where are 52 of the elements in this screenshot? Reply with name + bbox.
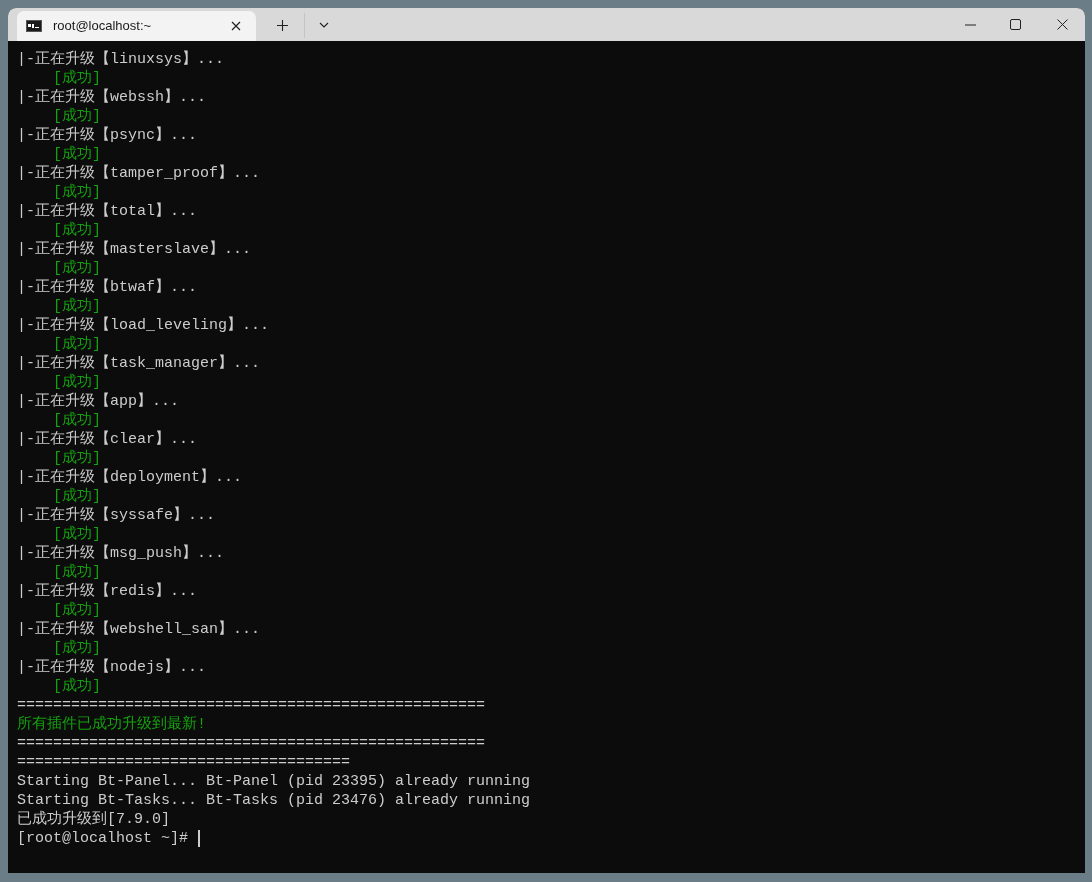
success-status: [成功]: [53, 639, 101, 658]
success-status: [成功]: [53, 563, 101, 582]
maximize-icon[interactable]: [1010, 19, 1021, 30]
progress-line: |-正在升级【masterslave】...: [17, 240, 252, 259]
minimize-icon[interactable]: [965, 23, 976, 26]
success-status: [成功]: [53, 335, 101, 354]
progress-line: |-正在升级【task_manager】...: [17, 354, 261, 373]
console-icon: [26, 20, 42, 32]
progress-line: |-正在升级【clear】...: [17, 430, 197, 449]
success-status: [成功]: [53, 601, 101, 620]
success-status: [成功]: [53, 259, 101, 278]
progress-line: |-正在升级【load_leveling】...: [17, 316, 270, 335]
close-icon[interactable]: [231, 21, 241, 31]
progress-line: |-正在升级【redis】...: [17, 582, 197, 601]
success-status: [成功]: [53, 449, 101, 468]
success-status: [成功]: [53, 69, 101, 88]
tab-title: root@localhost:~: [53, 17, 152, 36]
progress-line: |-正在升级【tamper_proof】...: [17, 164, 261, 183]
progress-line: |-正在升级【deployment】...: [17, 468, 243, 487]
progress-line: |-正在升级【app】...: [17, 392, 179, 411]
progress-line: |-正在升级【nodejs】...: [17, 658, 207, 677]
separator-line: ====================================================: [17, 696, 486, 715]
success-status: [成功]: [53, 183, 101, 202]
progress-line: |-正在升级【webssh】...: [17, 88, 207, 107]
progress-line: |-正在升级【btwaf】...: [17, 278, 197, 297]
success-status: [成功]: [53, 373, 101, 392]
success-status: [成功]: [53, 107, 101, 126]
output-line: Starting Bt-Panel... Bt-Panel (pid 23395) already running: [17, 772, 531, 791]
progress-line: |-正在升级【msg_push】...: [17, 544, 225, 563]
success-status: [成功]: [53, 297, 101, 316]
terminal-tab[interactable]: root@localhost:~: [17, 11, 256, 41]
success-message: 所有插件已成功升级到最新!: [17, 715, 206, 734]
text-cursor-icon: [198, 830, 201, 847]
separator-line: =====================================: [17, 753, 351, 772]
success-status: [成功]: [53, 487, 101, 506]
progress-line: |-正在升级【linuxsys】...: [17, 50, 225, 69]
shell-prompt: [root@localhost ~]#: [17, 829, 189, 848]
separator-line: ====================================================: [17, 734, 486, 753]
progress-line: |-正在升级【webshell_san】...: [17, 620, 261, 639]
chevron-down-icon[interactable]: [319, 22, 329, 28]
progress-line: |-正在升级【total】...: [17, 202, 197, 221]
output-line: Starting Bt-Tasks... Bt-Tasks (pid 23476) already running: [17, 791, 531, 810]
success-status: [成功]: [53, 525, 101, 544]
output-line: 已成功升级到[7.9.0]: [17, 810, 170, 829]
progress-line: |-正在升级【psync】...: [17, 126, 197, 145]
new-tab-icon[interactable]: [277, 20, 288, 31]
success-status: [成功]: [53, 677, 101, 696]
success-status: [成功]: [53, 221, 101, 240]
success-status: [成功]: [53, 145, 101, 164]
close-icon[interactable]: [1057, 19, 1068, 30]
progress-line: |-正在升级【syssafe】...: [17, 506, 216, 525]
success-status: [成功]: [53, 411, 101, 430]
